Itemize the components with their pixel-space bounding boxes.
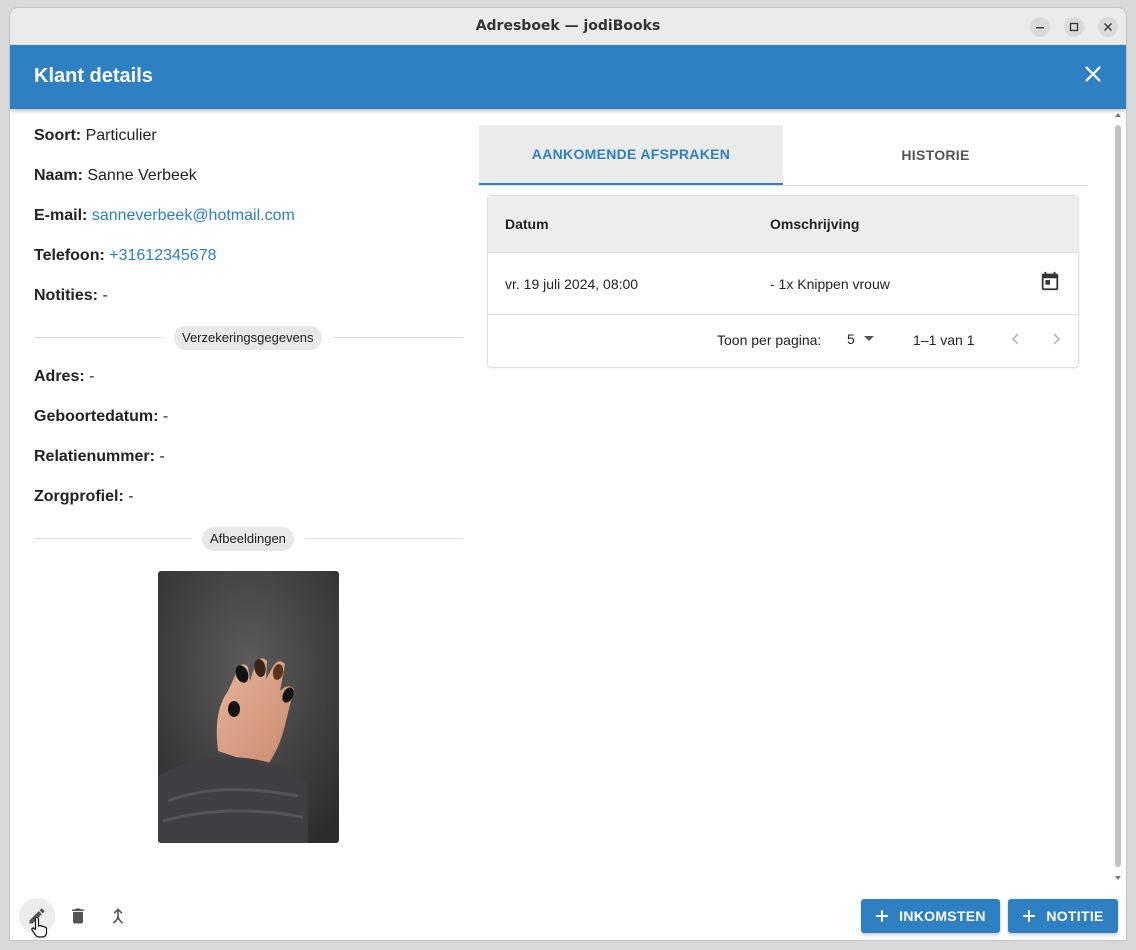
pagination-range: 1–1 van 1	[913, 332, 975, 348]
email-label: E-mail:	[34, 207, 88, 224]
tab-upcoming-appointments[interactable]: AANKOMENDE AFSPRAKEN	[479, 125, 783, 185]
column-header-datum[interactable]: Datum	[505, 216, 549, 232]
email-link[interactable]: sanneverbeek@hotmail.com	[92, 207, 295, 224]
trash-icon	[72, 908, 84, 924]
notities-value: -	[102, 287, 108, 304]
close-dialog-icon[interactable]	[1082, 63, 1104, 85]
delete-button[interactable]	[60, 898, 96, 934]
field-telefoon: Telefoon: +31612345678	[34, 247, 217, 265]
column-header-omschrijving[interactable]: Omschrijving	[770, 216, 859, 232]
geboortedatum-value: -	[162, 408, 169, 425]
add-income-button[interactable]: INKOMSTEN	[861, 899, 1000, 933]
zorgprofiel-value: -	[128, 488, 134, 505]
table-row[interactable]: vr. 19 juli 2024, 08:00 - 1x Knippen vro…	[488, 253, 1078, 315]
customer-photo[interactable]	[158, 571, 339, 843]
field-email: E-mail: sanneverbeek@hotmail.com	[34, 207, 295, 225]
field-notities: Notities: -	[34, 287, 108, 305]
appointments-table: Datum Omschrijving vr. 19 juli 2024, 08:…	[487, 195, 1079, 368]
soort-label: Soort:	[34, 127, 82, 144]
previous-page-icon[interactable]	[1008, 331, 1024, 347]
tab-history[interactable]: HISTORIE	[783, 125, 1088, 184]
hand-cursor-icon	[31, 916, 48, 938]
merge-icon	[113, 908, 123, 924]
relatienummer-label: Relatienummer:	[34, 448, 155, 465]
soort-value: Particulier	[85, 127, 157, 144]
window-title: Adresboek — jodiBooks	[475, 18, 661, 34]
field-zorgprofiel: Zorgprofiel: -	[34, 488, 134, 506]
table-pagination: Toon per pagina: 5 1–1 van 1	[488, 314, 1078, 366]
close-icon	[1104, 23, 1112, 31]
dialog-content: Soort: Particulier Naam: Sanne Verbeek E…	[10, 109, 1126, 890]
adres-value: -	[89, 368, 95, 385]
appointment-description: - 1x Knippen vrouw	[770, 276, 890, 292]
dialog-footer: INKOMSTEN NOTITIE	[10, 890, 1126, 940]
rows-per-page-select[interactable]: 5	[846, 328, 878, 352]
add-income-label: INKOMSTEN	[899, 908, 986, 924]
plus-icon	[1023, 910, 1036, 922]
calendar-icon[interactable]	[1039, 270, 1061, 292]
field-soort: Soort: Particulier	[34, 127, 157, 145]
minimize-icon	[1036, 27, 1044, 29]
relatienummer-value: -	[159, 448, 165, 465]
scroll-down-arrow-icon[interactable]	[1114, 874, 1122, 882]
naam-value: Sanne Verbeek	[87, 167, 197, 184]
rows-per-page-value: 5	[847, 331, 855, 347]
app-window: Adresboek — jodiBooks Klant details Soor…	[10, 8, 1126, 940]
minimize-button[interactable]	[1030, 17, 1050, 37]
scrollbar-thumb[interactable]	[1115, 125, 1121, 867]
next-page-icon[interactable]	[1048, 331, 1064, 347]
geboortedatum-label: Geboortedatum:	[34, 408, 159, 425]
appointments-tabs: AANKOMENDE AFSPRAKEN HISTORIE	[479, 125, 1088, 186]
vertical-scrollbar[interactable]	[1112, 111, 1124, 884]
chevron-down-icon	[864, 336, 874, 341]
appointment-date: vr. 19 juli 2024, 08:00	[505, 276, 639, 292]
adres-label: Adres:	[34, 368, 85, 385]
images-divider: Afbeeldingen	[34, 527, 463, 551]
maximize-button[interactable]	[1064, 17, 1084, 37]
dialog-header: Klant details	[10, 45, 1126, 109]
table-header: Datum Omschrijving	[488, 196, 1078, 253]
merge-button[interactable]	[100, 898, 136, 934]
scroll-up-arrow-icon[interactable]	[1114, 111, 1122, 119]
telefoon-label: Telefoon:	[34, 247, 105, 264]
insurance-divider: Verzekeringsgegevens	[34, 326, 463, 350]
zorgprofiel-label: Zorgprofiel:	[34, 488, 124, 505]
dialog-title: Klant details	[34, 65, 153, 87]
field-geboortedatum: Geboortedatum: -	[34, 408, 168, 426]
field-adres: Adres: -	[34, 368, 94, 386]
field-relatienummer: Relatienummer: -	[34, 448, 165, 466]
nail-photo-image	[158, 571, 339, 843]
add-note-label: NOTITIE	[1046, 908, 1104, 924]
rows-per-page-label: Toon per pagina:	[717, 332, 822, 348]
naam-label: Naam:	[34, 167, 83, 184]
images-section-chip: Afbeeldingen	[202, 527, 294, 551]
field-naam: Naam: Sanne Verbeek	[34, 167, 197, 185]
add-note-button[interactable]: NOTITIE	[1008, 899, 1118, 933]
notities-label: Notities:	[34, 287, 98, 304]
window-titlebar: Adresboek — jodiBooks	[10, 8, 1126, 46]
plus-icon	[876, 910, 889, 922]
insurance-section-chip: Verzekeringsgegevens	[174, 326, 322, 350]
telefoon-link[interactable]: +31612345678	[109, 247, 216, 264]
maximize-icon	[1069, 22, 1079, 32]
window-close-button[interactable]	[1098, 17, 1118, 37]
